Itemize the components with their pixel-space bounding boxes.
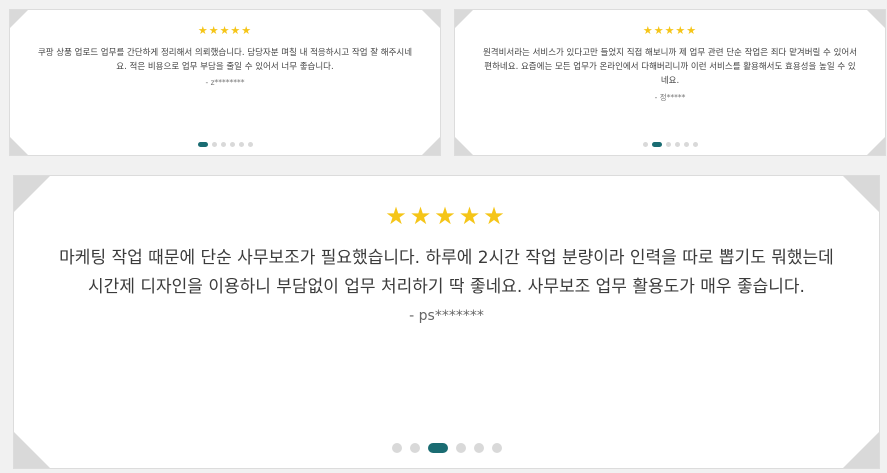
carousel-dot-3[interactable] (220, 142, 226, 147)
carousel-dot-1[interactable] (391, 443, 402, 453)
carousel-dot-1[interactable] (642, 142, 648, 147)
review-author: - 정***** (654, 93, 686, 102)
corner-fold (455, 10, 473, 28)
corner-fold (10, 10, 28, 28)
carousel-dot-5[interactable] (238, 142, 244, 147)
carousel-dot-5[interactable] (683, 142, 689, 147)
review-author: - ps******* (409, 308, 484, 324)
carousel-dot-6[interactable] (692, 142, 698, 147)
carousel-dot-2[interactable] (409, 443, 420, 453)
review-text: 쿠팡 상품 업로드 업무를 간단하게 정리해서 의뢰했습니다. 담당자분 며칠 … (37, 48, 413, 72)
carousel-dot-4[interactable] (455, 443, 466, 453)
star-rating: ★★★★★ (197, 24, 253, 37)
corner-fold (867, 10, 885, 28)
review-card-1: ★★★★★ 쿠팡 상품 업로드 업무를 간단하게 정리해서 의뢰했습니다. 담당… (9, 9, 441, 156)
corner-fold (14, 176, 50, 212)
review-card-2: ★★★★★ 원격비서라는 서비스가 있다고만 들었지 직접 해보니까 제 업무 … (454, 9, 886, 156)
corner-fold (422, 10, 440, 28)
star-rating: ★★★★★ (385, 202, 508, 230)
carousel-dot-2[interactable] (211, 142, 217, 147)
carousel-dots (14, 443, 879, 453)
carousel-dot-6[interactable] (247, 142, 253, 147)
carousel-dots (455, 142, 885, 147)
carousel-dot-6[interactable] (491, 443, 502, 453)
carousel-dot-2[interactable] (651, 142, 662, 147)
carousel-dot-5[interactable] (473, 443, 484, 453)
carousel-dot-3[interactable] (427, 443, 448, 453)
carousel-dot-4[interactable] (229, 142, 235, 147)
star-rating: ★★★★★ (642, 24, 698, 37)
carousel-dot-4[interactable] (674, 142, 680, 147)
carousel-dot-1[interactable] (197, 142, 208, 147)
corner-fold (843, 176, 879, 212)
review-author: - z******** (205, 78, 245, 87)
review-text: 원격비서라는 서비스가 있다고만 들었지 직접 해보니까 제 업무 관련 단순 … (482, 48, 858, 86)
review-text: 마케팅 작업 때문에 단순 사무보조가 필요했습니다. 하루에 2시간 작업 분… (59, 248, 834, 297)
carousel-dot-3[interactable] (665, 142, 671, 147)
carousel-dots (10, 142, 440, 147)
review-card-3: ★★★★★ 마케팅 작업 때문에 단순 사무보조가 필요했습니다. 하루에 2시… (13, 175, 880, 469)
